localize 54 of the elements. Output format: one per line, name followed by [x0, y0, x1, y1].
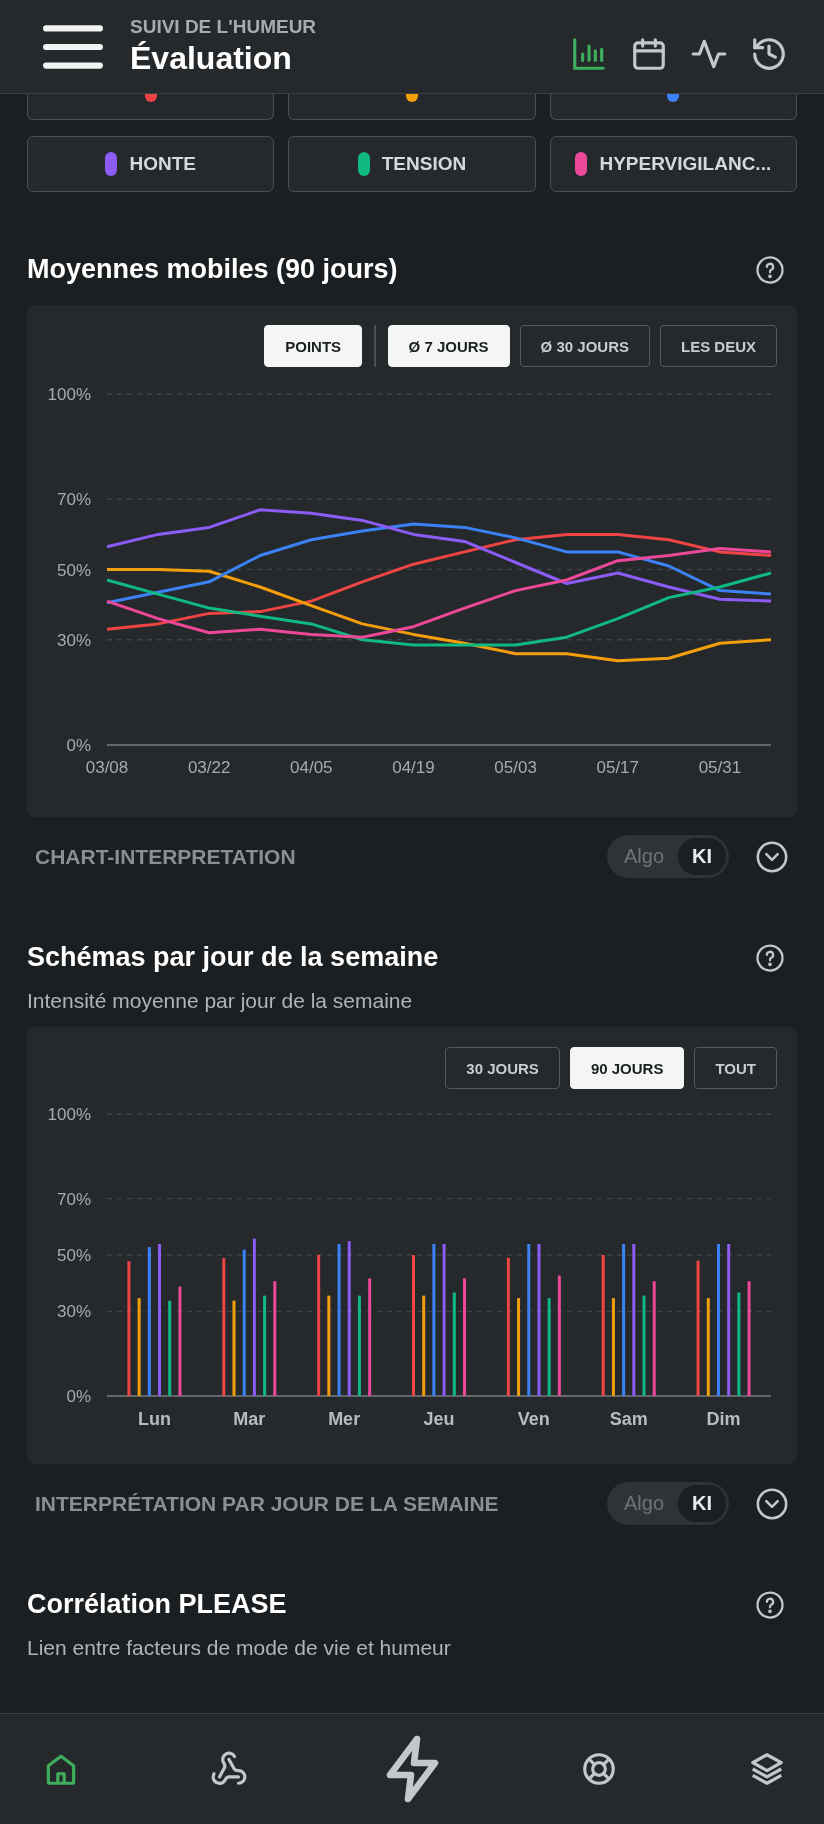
axis-label: 05/31: [698, 758, 742, 777]
axis-label: 50%: [56, 1246, 91, 1265]
axis-label: Mar: [233, 1409, 266, 1429]
lifebuoy-icon[interactable]: [580, 1750, 618, 1788]
page-title: Évaluation: [130, 40, 293, 77]
axis-label: 03/08: [85, 758, 129, 777]
axis-label: Lun: [137, 1409, 171, 1429]
section-subtitle: Intensité moyenne par jour de la semaine: [27, 989, 414, 1013]
axis-label: 05/17: [596, 758, 640, 777]
axis-label: 03/22: [187, 758, 231, 777]
axis-label: 04/05: [290, 758, 333, 777]
help-icon[interactable]: [755, 1589, 785, 1620]
axis-label: 30%: [56, 630, 91, 650]
section-title: Schémas par jour de la semaine: [27, 942, 439, 973]
axis-label: 30%: [56, 1302, 91, 1322]
section-title: Corrélation PLEASE: [27, 1589, 287, 1620]
help-icon[interactable]: [755, 254, 785, 285]
axis-label: 100%: [47, 385, 91, 404]
menu-icon[interactable]: [42, 22, 104, 71]
chevron-icon[interactable]: [755, 1486, 789, 1521]
axis-label: 70%: [56, 1189, 91, 1209]
filter-button[interactable]: TOUT: [694, 1047, 777, 1089]
layers-icon[interactable]: [748, 1750, 786, 1788]
section-label: INTERPRÉTATION PAR JOUR DE LA SEMAINE: [35, 1491, 500, 1516]
mode-option[interactable]: KI: [678, 1485, 726, 1522]
emotion-chip[interactable]: HONTE: [27, 136, 275, 192]
filter-button[interactable]: 90 JOURS: [569, 1047, 685, 1089]
filter-button[interactable]: Ø 30 JOURS: [519, 325, 650, 367]
filter-button[interactable]: POINTS: [264, 325, 363, 367]
axis-label: Sam: [609, 1409, 648, 1429]
axis-label: 50%: [56, 560, 91, 580]
axis-label: 05/03: [494, 758, 537, 777]
filter-button[interactable]: 30 JOURS: [445, 1047, 560, 1089]
axis-label: Ven: [517, 1409, 550, 1429]
filter-button[interactable]: Ø 7 JOURS: [387, 325, 510, 367]
section-label: CHART-INTERPRETATION: [35, 844, 297, 869]
section-subtitle: Lien entre facteurs de mode de vie et humeur: [27, 1636, 452, 1660]
axis-label: 04/19: [392, 758, 435, 777]
emotion-chip[interactable]: HYPERVIGILANC...: [549, 136, 797, 192]
help-icon[interactable]: [755, 942, 785, 973]
axis-label: Mer: [328, 1409, 361, 1429]
axis-label: Jeu: [423, 1409, 455, 1429]
header-subtitle: SUIVI DE L'HUMEUR: [130, 16, 318, 38]
section-title: Moyennes mobiles (90 jours): [27, 254, 398, 285]
axis-label: 70%: [56, 490, 91, 510]
chevron-icon[interactable]: [755, 839, 789, 874]
axis-label: 100%: [47, 1105, 91, 1124]
filter-button[interactable]: LES DEUX: [660, 325, 777, 367]
axis-label: 0%: [66, 1387, 91, 1406]
axis-label: 0%: [66, 736, 91, 755]
mode-option[interactable]: KI: [678, 838, 726, 875]
emotion-chip[interactable]: TENSION: [288, 136, 536, 192]
axis-label: Dim: [706, 1409, 741, 1429]
webhook-icon[interactable]: [210, 1750, 248, 1788]
